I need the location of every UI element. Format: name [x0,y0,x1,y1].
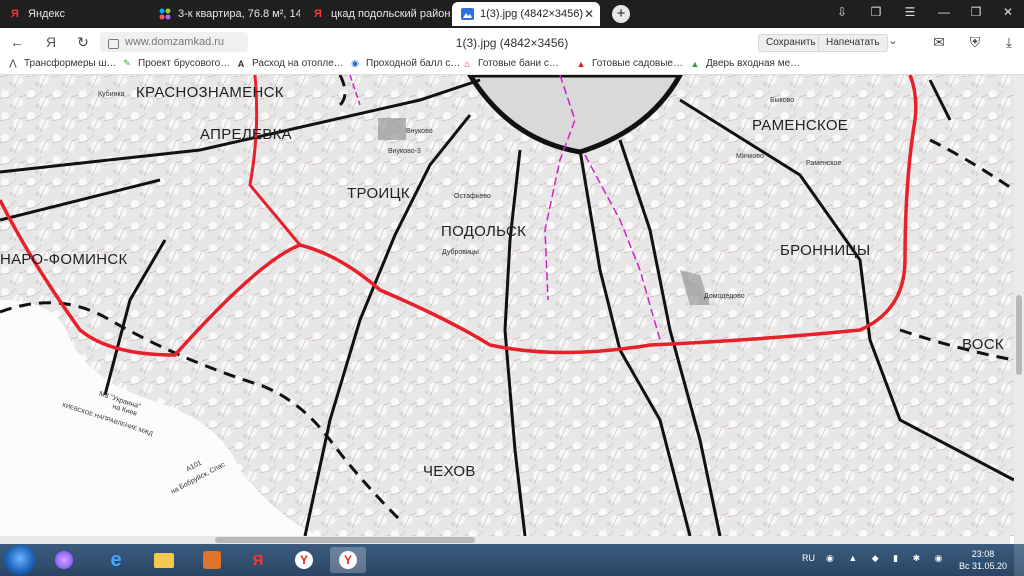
taskbar: e Я Y Y RU ◉ ▲ ◆ ▮ ✱ ◉ 23:08 Вс 31.05.20 [0,544,1024,576]
bookmark-item[interactable]: ✎ Проект брусового… [122,58,230,69]
bookmark-item[interactable]: A Расход на отопле… [236,58,344,69]
comment-icon[interactable]: ✉ [930,34,948,51]
url-field[interactable]: www.domzamkad.ru [100,32,248,52]
globe-icon: ◉ [351,58,359,68]
map-graphics [0,75,1024,536]
bookmark-item[interactable]: ⋀ Трансформеры ш… [8,58,116,69]
start-button[interactable] [4,545,36,575]
protect-icon[interactable]: ⛨ [966,34,984,51]
tab-apartment[interactable]: 3-к квартира, 76.8 м², 14/… [150,2,300,26]
tray-icons[interactable]: ◉ ▲ ◆ ▮ ✱ ◉ [826,553,949,564]
village-label: Раменское [806,160,842,167]
save-button[interactable]: Сохранить [758,34,824,52]
tab-label: цкад подольский район с… [331,8,451,20]
ie-icon[interactable]: e [98,547,134,573]
village-label: Мячково [736,153,764,160]
city-label: ВОСК [962,336,1004,353]
yandex-browser-icon[interactable]: Y [286,547,322,573]
village-label: Дубровицы [442,249,479,256]
bookmark-item[interactable]: ◉ Проходной балл с… [350,58,460,69]
yandex-icon: Я [314,8,322,20]
yandex-browser-active-icon[interactable]: Y [330,547,366,573]
image-icon [460,7,474,21]
media-icon[interactable] [194,547,230,573]
house-icon: ⌂ [464,58,470,69]
a-icon: A [237,58,245,69]
bookmark-item[interactable]: ▲ Готовые садовые… [576,58,683,69]
minimize-icon[interactable]: — [934,5,954,19]
leaf-icon: ✎ [123,58,131,68]
explorer-icon[interactable] [146,547,182,573]
restore-icon[interactable]: ❐ [966,5,986,19]
village-label: Внуково [406,128,433,135]
address-bar: ← Я ↻ www.domzamkad.ru 1(3).jpg (4842×34… [0,28,1024,56]
show-desktop-button[interactable] [1014,544,1024,576]
horizontal-scrollbar[interactable] [0,536,1010,544]
menu-icon[interactable]: ☰ [900,5,920,19]
avito-icon [158,7,172,21]
scroll-thumb[interactable] [1016,295,1022,375]
vertical-scrollbar[interactable] [1014,75,1024,544]
village-label: Внуково-3 [388,148,421,155]
city-label: ПОДОЛЬСК [441,223,527,240]
bookmark-item[interactable]: ⌂ Готовые бани с… [462,58,559,69]
tab-ckad[interactable]: Я цкад подольский район с… [303,2,451,26]
city-label: ЧЕХОВ [423,463,476,480]
download-arrow-icon[interactable]: ⤓ [1000,34,1018,51]
village-label: Кубинка [98,91,125,98]
chevron-down-icon[interactable]: ⌄ [884,34,902,47]
city-label: РАМЕНСКОЕ [752,117,849,134]
city-label: ТРОИЦК [347,185,410,202]
back-arrow-icon[interactable]: ← [8,34,26,50]
map-image[interactable]: КРАСНОЗНАМЕНСК АПРЕЛЕВКА ТРОИЦК ПОДОЛЬСК… [0,75,1024,536]
bookmark-item[interactable]: ▲ Дверь входная ме… [690,58,801,69]
tab-strip: Я Яндекс 3-к квартира, 76.8 м², 14/… Я ц… [0,0,1024,28]
clock-time: 23:08 [971,549,995,559]
reload-icon[interactable]: ↻ [74,34,92,51]
tab-image[interactable]: 1(3).jpg (4842×3456) ✕ [452,2,600,26]
language-indicator[interactable]: RU [802,553,815,563]
city-label: БРОННИЦЫ [780,242,871,259]
village-label: Домодедово [704,293,745,300]
clock-date: Вс 31.05.20 [958,561,1008,571]
village-label: Остафьево [454,193,491,200]
alice-icon[interactable] [46,547,82,573]
download-icon[interactable]: ⇩ [832,5,852,19]
tab-label: 3-к квартира, 76.8 м², 14/… [178,8,300,20]
yandex-icon[interactable]: Я [240,547,276,573]
yandex-icon: Я [11,8,19,20]
print-button[interactable]: Напечатать [818,34,888,52]
tab-label: Яндекс [28,8,65,20]
transformer-icon: ⋀ [9,58,17,68]
bookmark-manager-icon[interactable]: ❐ [866,5,886,19]
new-tab-button[interactable]: + [612,5,630,23]
lock-icon [108,39,119,49]
triangle-icon: ▲ [576,58,586,69]
city-label: АПРЕЛЕВКА [200,126,292,143]
close-icon[interactable]: ✕ [584,7,594,21]
url-text: www.domzamkad.ru [125,36,225,48]
close-window-icon[interactable]: ✕ [998,5,1018,19]
village-label: Быково [770,97,795,104]
city-label: НАРО-ФОМИНСК [0,251,128,268]
clock[interactable]: 23:08 Вс 31.05.20 [958,548,1008,572]
bookmarks-bar: ⋀ Трансформеры ш… ✎ Проект брусового… A Рас… [0,56,1024,75]
mountain-icon: ▲ [690,58,700,69]
yandex-home-icon[interactable]: Я [42,34,60,50]
tab-label: 1(3).jpg (4842×3456) [480,8,584,20]
scroll-thumb[interactable] [215,537,475,543]
city-label: КРАСНОЗНАМЕНСК [136,84,284,101]
tab-yandex[interactable]: Я Яндекс [0,2,145,26]
